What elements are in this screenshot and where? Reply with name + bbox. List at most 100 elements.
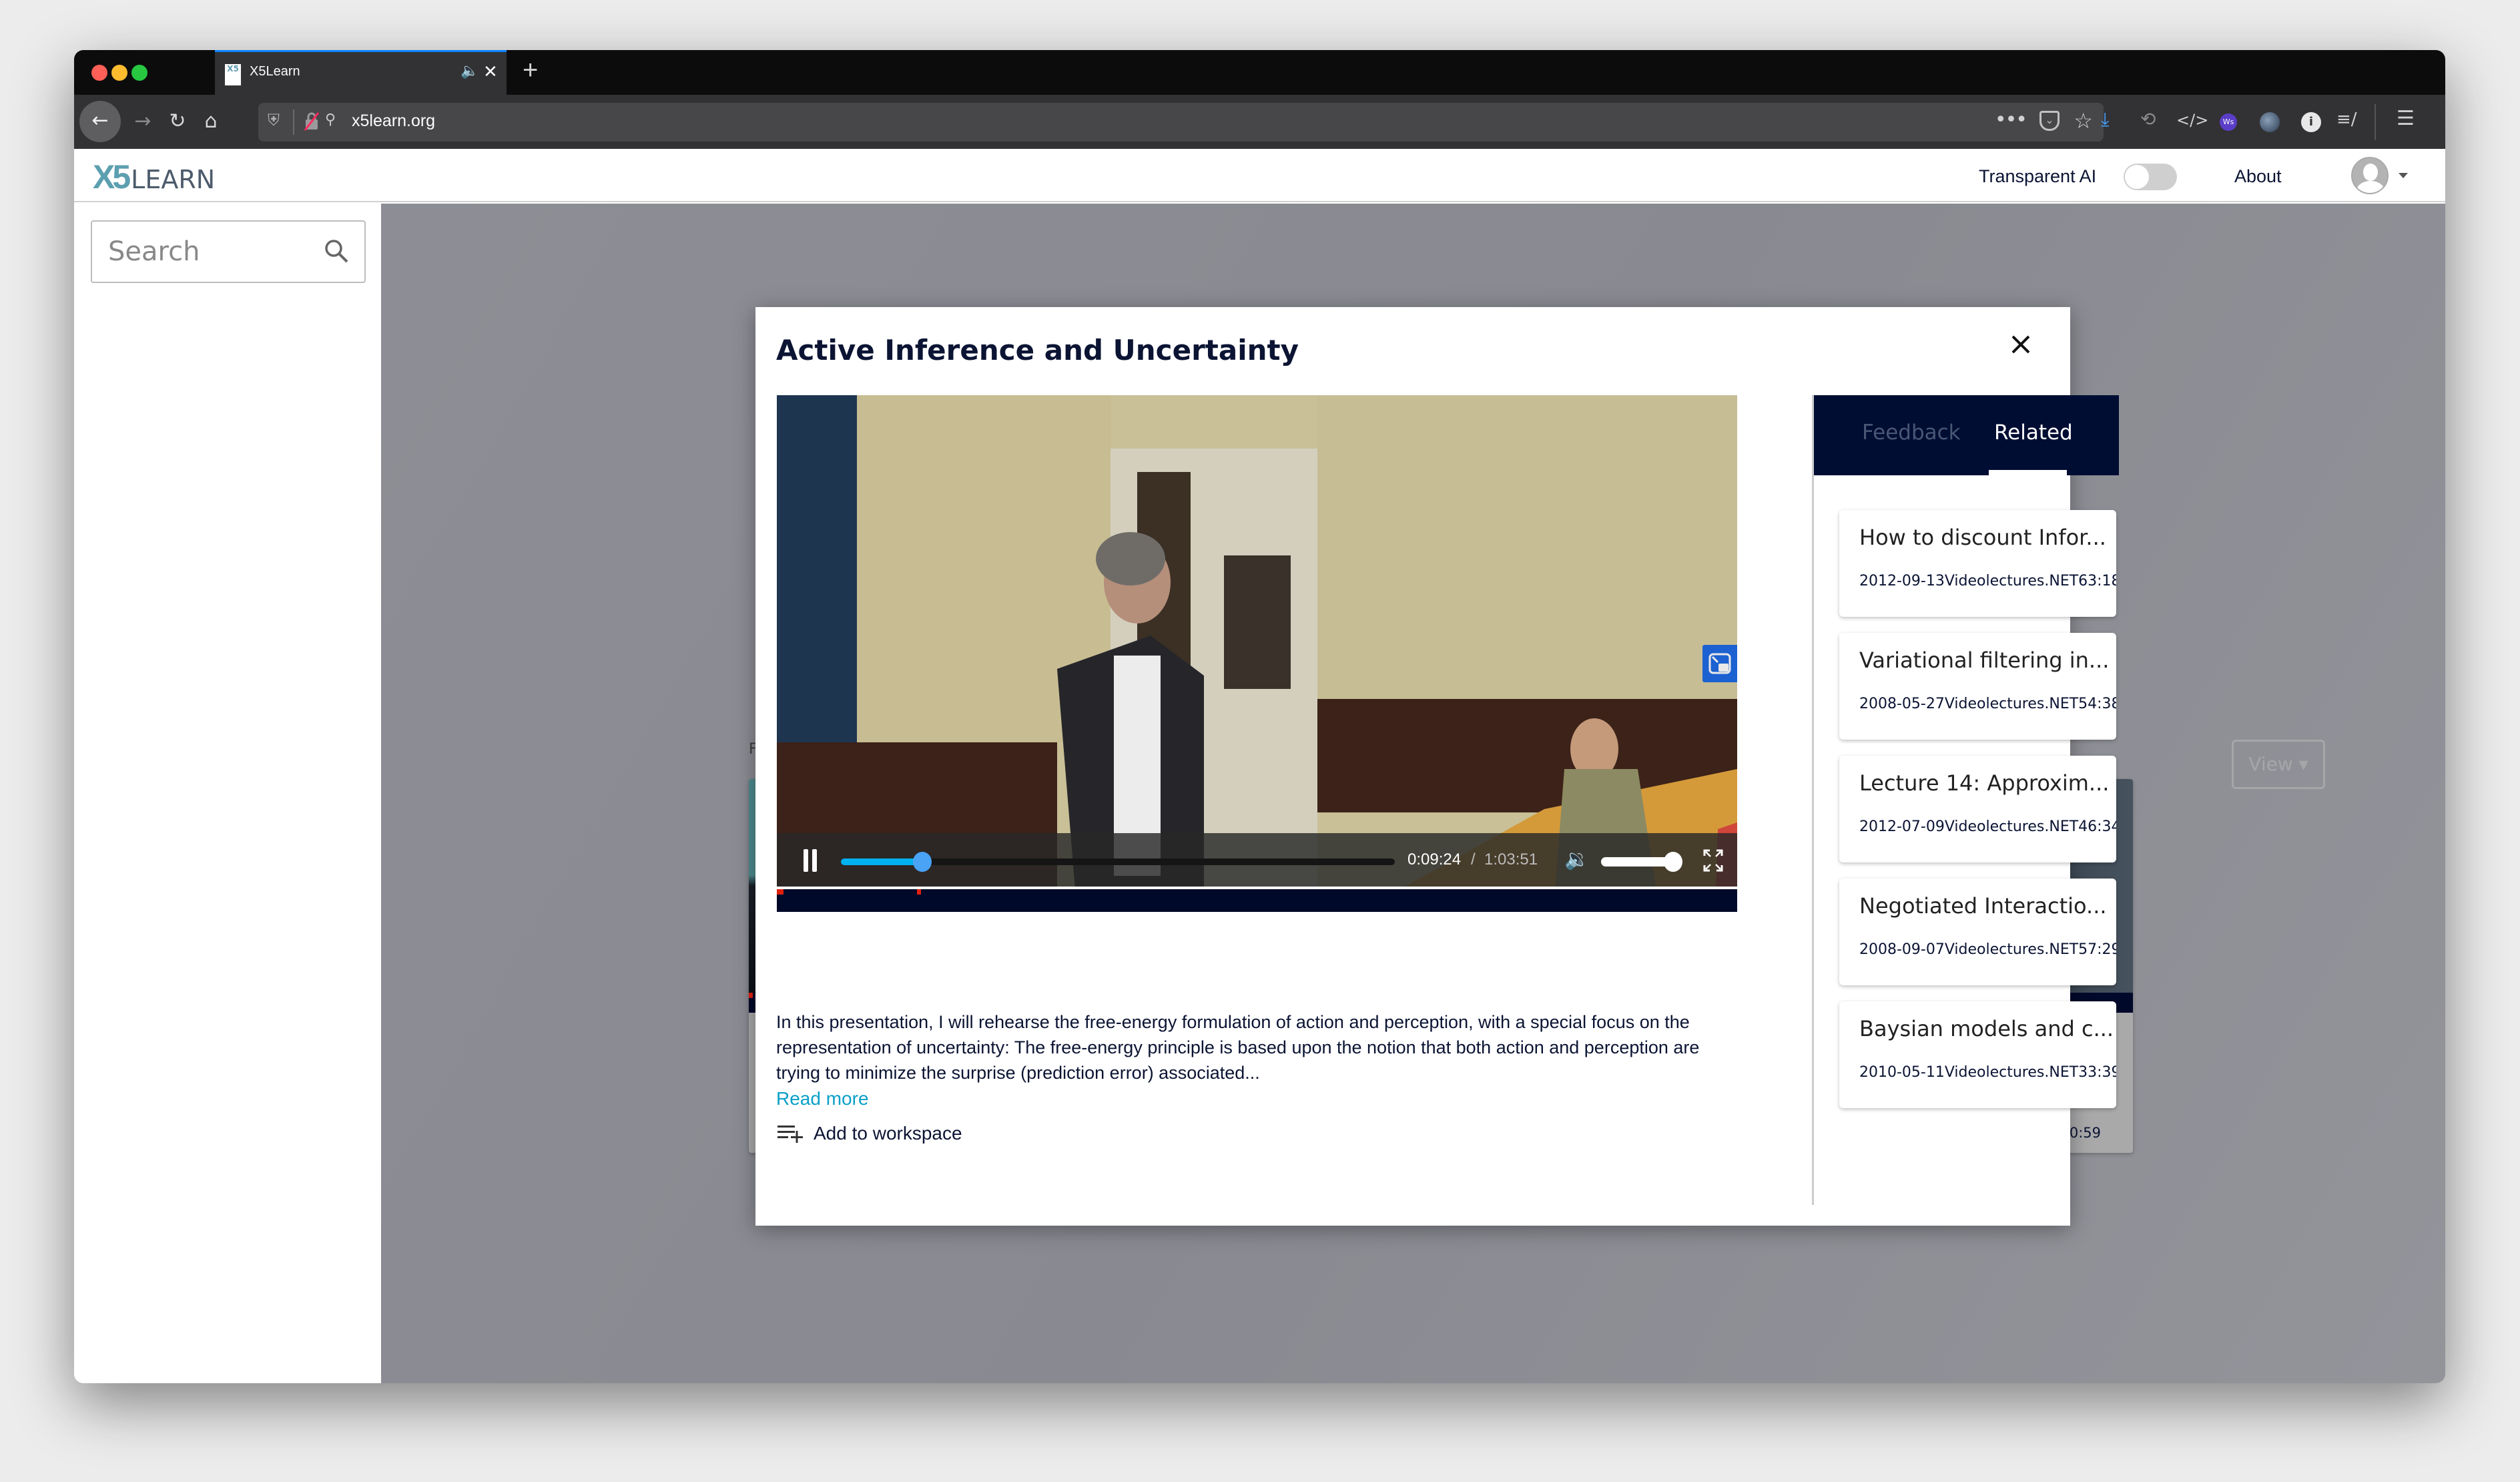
related-card-meta: 2010-05-11Videolectures.NET33:39 xyxy=(1859,1064,2116,1081)
about-link[interactable]: About xyxy=(2234,166,2282,187)
volume-icon[interactable]: 🔉 xyxy=(1564,848,1589,871)
fullscreen-icon[interactable] xyxy=(1703,849,1723,872)
timeline-marker xyxy=(777,889,783,895)
transparent-ai-toggle[interactable] xyxy=(2124,164,2177,190)
url-bar[interactable]: ⛨ ⚲ x5learn.org ••• ⌄ ☆ xyxy=(258,103,2104,142)
toggle-knob xyxy=(2125,165,2149,189)
toolbar-divider xyxy=(2375,104,2376,140)
favicon-icon: X5 xyxy=(225,64,241,85)
search-input[interactable] xyxy=(108,234,322,270)
url-text[interactable]: x5learn.org xyxy=(352,111,435,131)
picture-in-picture-button[interactable] xyxy=(1702,645,1737,682)
time-separator: / xyxy=(1471,850,1476,869)
add-to-workspace-button[interactable]: Add to workspace xyxy=(776,1123,962,1144)
video-frame xyxy=(777,395,1737,889)
view-label: View xyxy=(2248,753,2293,775)
seek-bar-progress xyxy=(841,858,922,865)
bookmark-star-icon[interactable]: ☆ xyxy=(2074,108,2093,134)
home-icon[interactable]: ⌂ xyxy=(194,101,228,142)
video-description: In this presentation, I will rehearse th… xyxy=(776,1012,1700,1083)
pause-icon-bar xyxy=(804,849,808,872)
logo-wordmark: LEARN xyxy=(131,165,216,194)
related-card[interactable]: How to discount Infor... 2012-09-13Videol… xyxy=(1839,510,2116,617)
pause-icon-bar xyxy=(812,849,817,872)
close-icon[interactable] xyxy=(2007,331,2034,358)
close-window-button[interactable] xyxy=(91,65,107,81)
read-more-link[interactable]: Read more xyxy=(776,1088,869,1109)
avatar[interactable] xyxy=(2351,157,2389,194)
related-card-title: Negotiated Interactio... xyxy=(1859,893,2107,919)
search-box xyxy=(91,220,366,283)
related-card-title: Lecture 14: Approxim... xyxy=(1859,770,2110,796)
browser-tab[interactable]: X5 X5Learn 🔈 ✕ xyxy=(215,50,507,95)
maximize-window-button[interactable] xyxy=(131,65,147,81)
volume-handle[interactable] xyxy=(1664,852,1682,872)
page-actions-icon[interactable]: ••• xyxy=(1995,108,2027,132)
side-panel-tabs: Feedback Related xyxy=(1814,395,2119,475)
ws-extension-icon[interactable]: Ws xyxy=(2220,113,2237,131)
current-time: 0:09:24 xyxy=(1407,850,1462,869)
globe-extension-icon[interactable] xyxy=(2260,112,2280,132)
tab-title: X5Learn xyxy=(250,64,300,79)
minimize-window-button[interactable] xyxy=(111,65,127,81)
key-icon[interactable]: ⚲ xyxy=(325,111,336,128)
library-icon[interactable]: ≡/ xyxy=(2336,109,2357,130)
forward-icon[interactable]: → xyxy=(126,101,160,142)
seek-bar[interactable] xyxy=(841,852,1395,872)
pause-button[interactable] xyxy=(804,849,817,872)
related-card-title: Baysian models and c... xyxy=(1859,1016,2114,1041)
left-sidebar xyxy=(74,204,381,1383)
picture-in-picture-icon xyxy=(1708,653,1731,674)
navigation-bar: ← → ↻ ⌂ ⛨ ⚲ x5learn.org ••• ⌄ ☆ ⤓ ⟲ </> … xyxy=(74,95,2445,149)
download-icon[interactable]: ⤓ xyxy=(2101,108,2109,131)
modal-title: Active Inference and Uncertainty xyxy=(776,334,1299,366)
info-extension-icon[interactable]: i xyxy=(2301,112,2321,132)
tab-feedback[interactable]: Feedback xyxy=(1862,421,1961,445)
tracking-shield-icon[interactable]: ⛨ xyxy=(268,111,280,130)
timeline-marker xyxy=(917,889,921,895)
avatar-head xyxy=(2363,164,2378,181)
related-card[interactable]: Baysian models and c... 2010-05-11Videole… xyxy=(1839,1001,2116,1108)
view-dropdown-button[interactable]: View ▾ xyxy=(2232,740,2325,789)
extension-icon[interactable]: ⟲ xyxy=(2140,108,2156,130)
tab-audio-icon[interactable]: 🔈 xyxy=(460,63,479,79)
back-icon[interactable]: ← xyxy=(79,101,121,142)
video-player[interactable]: 0:09:24 / 1:03:51 🔉 xyxy=(777,395,1737,889)
avatar-body xyxy=(2356,181,2385,193)
total-time: 1:03:51 xyxy=(1484,850,1538,869)
browser-window: X5 X5Learn 🔈 ✕ + ← → ↻ ⌂ ⛨ ⚲ x5learn.org… xyxy=(74,50,2445,1383)
video-modal: Active Inference and Uncertainty 0:09:24… xyxy=(755,307,2119,1226)
related-card[interactable]: Lecture 14: Approxim... 2012-07-09Videole… xyxy=(1839,756,2116,862)
chevron-down-icon[interactable] xyxy=(2399,173,2408,178)
video-controls: 0:09:24 / 1:03:51 🔉 xyxy=(777,833,1737,889)
related-card[interactable]: Variational filtering in... 2008-05-27Vid… xyxy=(1839,633,2116,740)
hamburger-menu-icon[interactable]: ☰ xyxy=(2397,107,2415,130)
timeline-marker xyxy=(749,993,753,998)
active-tab-indicator xyxy=(1989,470,2067,475)
add-to-workspace-label: Add to workspace xyxy=(814,1123,962,1144)
playlist-add-icon xyxy=(777,1126,803,1143)
pocket-icon[interactable]: ⌄ xyxy=(2039,111,2060,131)
related-card-meta: 2012-07-09Videolectures.NET46:34 xyxy=(1859,818,2116,835)
reload-icon[interactable]: ↻ xyxy=(161,101,194,142)
related-card-meta: 2008-09-07Videolectures.NET57:29 xyxy=(1859,941,2116,958)
video-timeline-bar[interactable] xyxy=(777,887,1737,912)
related-card[interactable]: Negotiated Interactio... 2008-09-07Videol… xyxy=(1839,879,2116,985)
search-icon[interactable] xyxy=(323,238,350,264)
tab-strip: X5 X5Learn 🔈 ✕ + xyxy=(74,50,2445,95)
related-card-title: How to discount Infor... xyxy=(1859,525,2106,550)
transparent-ai-label: Transparent AI xyxy=(1979,166,2097,186)
volume-slider[interactable] xyxy=(1601,852,1682,872)
related-card-meta: 2008-05-27Videolectures.NET54:38 xyxy=(1859,696,2116,712)
modal-side-panel: Feedback Related How to discount Infor..… xyxy=(1812,395,2119,1205)
tab-related[interactable]: Related xyxy=(1994,421,2073,445)
insecure-lock-icon[interactable] xyxy=(304,111,320,131)
new-tab-button[interactable]: + xyxy=(523,55,538,85)
devtools-icon[interactable]: </> xyxy=(2176,111,2208,130)
x5learn-logo[interactable]: X5 LEARN xyxy=(93,160,216,194)
volume-level xyxy=(1601,857,1673,867)
tab-close-icon[interactable]: ✕ xyxy=(483,61,498,82)
app-header: X5 LEARN Transparent AI About xyxy=(74,149,2445,202)
url-divider xyxy=(293,109,294,135)
seek-handle[interactable] xyxy=(913,852,932,872)
